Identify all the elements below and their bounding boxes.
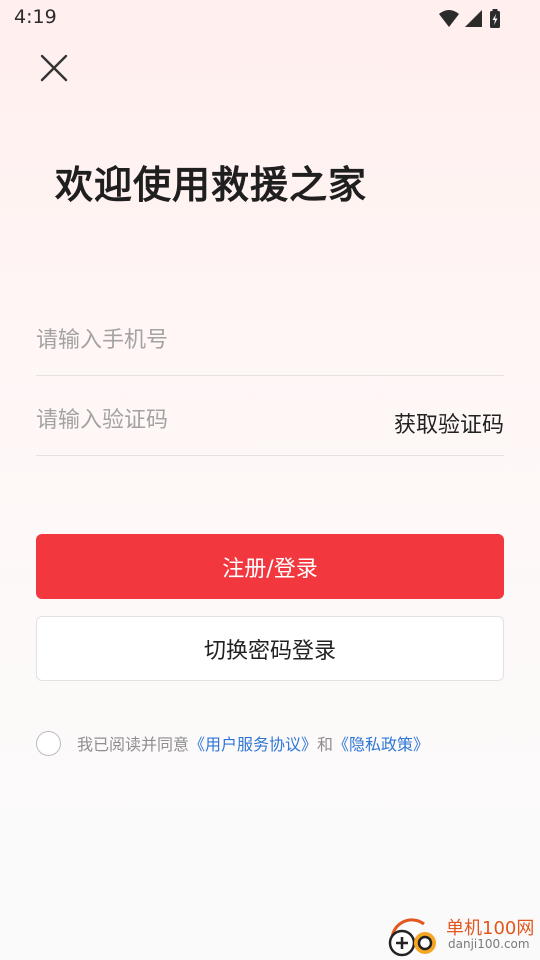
close-button[interactable]: [30, 46, 78, 94]
get-code-button[interactable]: 获取验证码: [394, 407, 504, 439]
wifi-icon: [439, 10, 459, 27]
switch-password-login-button[interactable]: 切换密码登录: [36, 616, 504, 681]
phone-input[interactable]: [36, 318, 356, 362]
agreement-prefix: 我已阅读并同意: [77, 735, 190, 754]
privacy-link[interactable]: 《隐私政策》: [333, 731, 429, 755]
watermark: 单机100网 danji100.com: [384, 912, 536, 958]
code-field: 获取验证码: [36, 376, 504, 456]
agreement-conjunction: 和: [317, 735, 334, 754]
terms-link[interactable]: 《用户服务协议》: [189, 731, 317, 755]
watermark-logo-icon: [388, 918, 436, 957]
status-bar: 4:19: [0, 0, 540, 38]
agreement-checkbox[interactable]: [36, 730, 61, 756]
agreement-row: 我已阅读并同意 《用户服务协议》 和 《隐私政策》: [36, 728, 429, 758]
watermark-url: danji100.com: [448, 937, 530, 951]
battery-charging-icon: [490, 9, 500, 28]
status-icons: [438, 8, 502, 30]
page-title: 欢迎使用救援之家: [55, 163, 368, 207]
status-time: 4:19: [14, 6, 57, 28]
verification-code-input[interactable]: [36, 398, 356, 442]
register-login-button[interactable]: 注册/登录: [36, 534, 504, 599]
cell-signal-icon: [465, 10, 482, 27]
close-icon: [40, 54, 68, 82]
phone-field: [36, 296, 504, 376]
